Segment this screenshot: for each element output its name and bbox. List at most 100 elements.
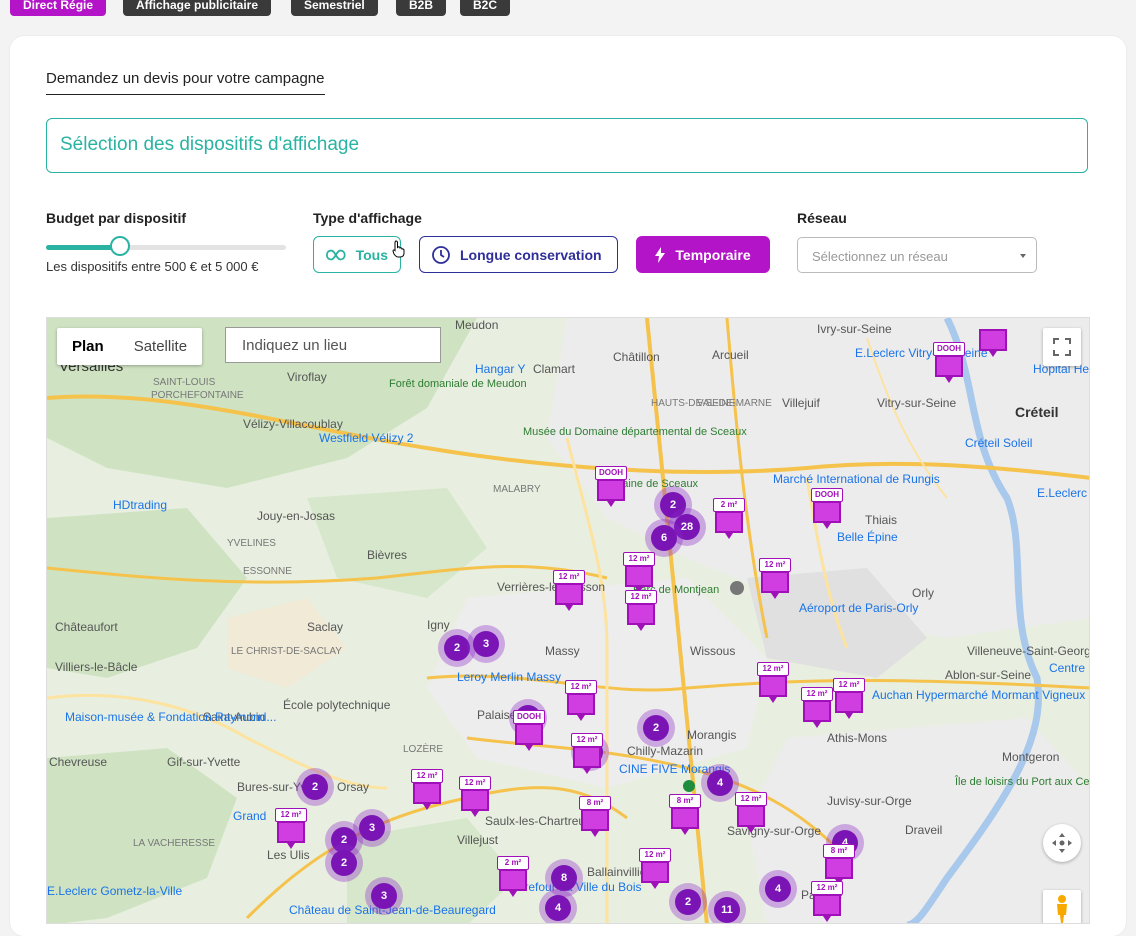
map-cluster-marker[interactable]: 3 (473, 631, 499, 657)
map-place-label: Hangar Y (475, 362, 526, 376)
map-cluster-marker[interactable]: 4 (765, 876, 791, 902)
map-cluster-marker[interactable]: 3 (371, 883, 397, 909)
budget-label: Budget par dispositif (46, 210, 186, 226)
map-billboard-marker[interactable]: 12 m² (565, 680, 597, 722)
map-place-label: Massy (545, 644, 580, 658)
type-temporaire-button[interactable]: Temporaire (636, 236, 770, 273)
tag-1: Affichage publicitaire (123, 0, 272, 16)
marker-pointer-icon (509, 891, 517, 897)
map-place-label: Maison-musée & Fondation Raymond... (65, 710, 277, 724)
map-billboard-marker[interactable]: 12 m² (623, 552, 655, 594)
map-cluster-marker[interactable]: 4 (545, 895, 571, 921)
marker-pointer-icon (845, 713, 853, 719)
billboard-icon (555, 583, 583, 605)
map-place-label: Châteaufort (55, 620, 118, 634)
map-cluster-marker[interactable]: 28 (674, 514, 700, 540)
map-billboard-marker[interactable]: 12 m² (833, 678, 865, 720)
reseau-select[interactable]: Sélectionnez un réseau (797, 237, 1037, 273)
marker-size-label: 12 m² (553, 570, 585, 584)
map-billboard-marker[interactable]: DOOH (933, 342, 965, 384)
street-view-button[interactable] (1043, 890, 1081, 923)
map-billboard-marker[interactable]: 12 m² (735, 792, 767, 834)
map-cluster-marker[interactable]: 6 (651, 525, 677, 551)
map-billboard-marker[interactable]: 12 m² (811, 881, 843, 923)
map-billboard-marker[interactable]: 8 m² (669, 794, 701, 836)
map-billboard-marker[interactable] (977, 318, 1007, 358)
marker-size-label: 8 m² (669, 794, 701, 808)
type-tous-button[interactable]: Tous (313, 236, 401, 273)
place-search-input[interactable]: Indiquez un lieu (225, 327, 441, 363)
map-billboard-marker[interactable]: 12 m² (275, 808, 307, 850)
marker-size-label: 12 m² (565, 680, 597, 694)
reseau-placeholder: Sélectionnez un réseau (812, 249, 948, 264)
map-place-label: École polytechnique (283, 698, 391, 712)
map-cluster-marker[interactable]: 11 (714, 897, 740, 923)
map-billboard-marker[interactable]: 8 m² (579, 796, 611, 838)
map-billboard-marker[interactable]: 12 m² (801, 687, 833, 729)
map-type-satellite[interactable]: Satellite (119, 328, 202, 365)
map-place-label: PORCHEFONTAINE (151, 390, 244, 401)
marker-size-label: 2 m² (713, 498, 745, 512)
billboard-icon (277, 821, 305, 843)
map-billboard-marker[interactable]: DOOH (513, 710, 545, 752)
recenter-button[interactable] (1043, 824, 1081, 862)
map-billboard-marker[interactable]: 12 m² (757, 662, 789, 704)
map-billboard-marker[interactable]: 12 m² (553, 570, 585, 612)
billboard-icon (625, 565, 653, 587)
map-billboard-marker[interactable]: 2 m² (713, 498, 745, 540)
billboard-icon (935, 355, 963, 377)
map-cluster-marker[interactable]: 4 (707, 770, 733, 796)
map-place-label: VAL-DE-MARNE (697, 398, 772, 409)
tab-demande-devis[interactable]: Demandez un devis pour votre campagne (46, 70, 325, 95)
map-type-control: Plan Satellite (57, 328, 203, 365)
map-place-label: Saulx-les-Chartreux (485, 814, 592, 828)
map-cluster-marker[interactable]: 2 (675, 889, 701, 915)
marker-size-label: 12 m² (833, 678, 865, 692)
map-place-label: HDtrading (113, 498, 168, 512)
billboard-icon (567, 693, 595, 715)
map-place-label: LOZÈRE (403, 744, 444, 755)
marker-pointer-icon (591, 831, 599, 837)
map-cluster-marker[interactable]: 2 (643, 715, 669, 741)
map-billboard-marker[interactable]: DOOH (595, 466, 627, 508)
marker-size-label: 12 m² (571, 733, 603, 747)
marker-pointer-icon (423, 804, 431, 810)
map-place-label: YVELINES (227, 538, 276, 549)
map-billboard-marker[interactable]: 12 m² (639, 848, 671, 890)
map-billboard-marker[interactable]: 2 m² (497, 856, 529, 898)
map-place-label: Meudon (455, 318, 499, 332)
map-cluster-marker[interactable]: 8 (551, 865, 577, 891)
fullscreen-button[interactable] (1043, 328, 1081, 366)
map-place-label: Thiais (865, 513, 898, 527)
type-longue-conservation-button[interactable]: Longue conservation (419, 236, 618, 273)
map-place-label: E.Leclerc Vitry-sur-Seine (855, 346, 988, 360)
map-cluster-marker[interactable]: 2 (331, 850, 357, 876)
map-billboard-marker[interactable]: 12 m² (625, 590, 657, 632)
map-view[interactable]: Versailles Meudon Viroflay Clamart Châtillon… (46, 317, 1090, 924)
map-cluster-marker[interactable]: 2 (302, 774, 328, 800)
type-tous-label: Tous (355, 246, 388, 263)
map-place-label: Bièvres (367, 548, 408, 562)
map-place-label: LE CHRIST-DE-SACLAY (231, 646, 342, 657)
map-place-label: E.Leclerc Gometz-la-Ville (47, 884, 183, 898)
marker-pointer-icon (471, 811, 479, 817)
map-billboard-marker[interactable]: 12 m² (759, 558, 791, 600)
map-billboard-marker[interactable]: 12 m² (411, 769, 443, 811)
map-place-label: Morangis (687, 728, 737, 742)
map-place-label: Athis-Mons (827, 731, 888, 745)
map-cluster-marker[interactable]: 3 (359, 815, 385, 841)
section-selection-dispositifs: Sélection des dispositifs d'affichage (46, 118, 1088, 173)
marker-size-label: 12 m² (735, 792, 767, 806)
map-billboard-marker[interactable]: DOOH (811, 488, 843, 530)
map-billboard-marker[interactable]: 12 m² (571, 733, 603, 775)
map-place-label: Gif-sur-Yvette (167, 755, 241, 769)
map-billboard-marker[interactable]: 8 m² (823, 844, 855, 886)
map-type-plan[interactable]: Plan (57, 328, 119, 365)
map-billboard-marker[interactable]: 12 m² (459, 776, 491, 818)
chevron-down-icon (1020, 254, 1026, 258)
billboard-icon (813, 894, 841, 916)
type-affichage-label: Type d'affichage (313, 210, 422, 226)
map-cluster-marker[interactable]: 2 (444, 635, 470, 661)
marker-pointer-icon (583, 768, 591, 774)
marker-pointer-icon (725, 533, 733, 539)
